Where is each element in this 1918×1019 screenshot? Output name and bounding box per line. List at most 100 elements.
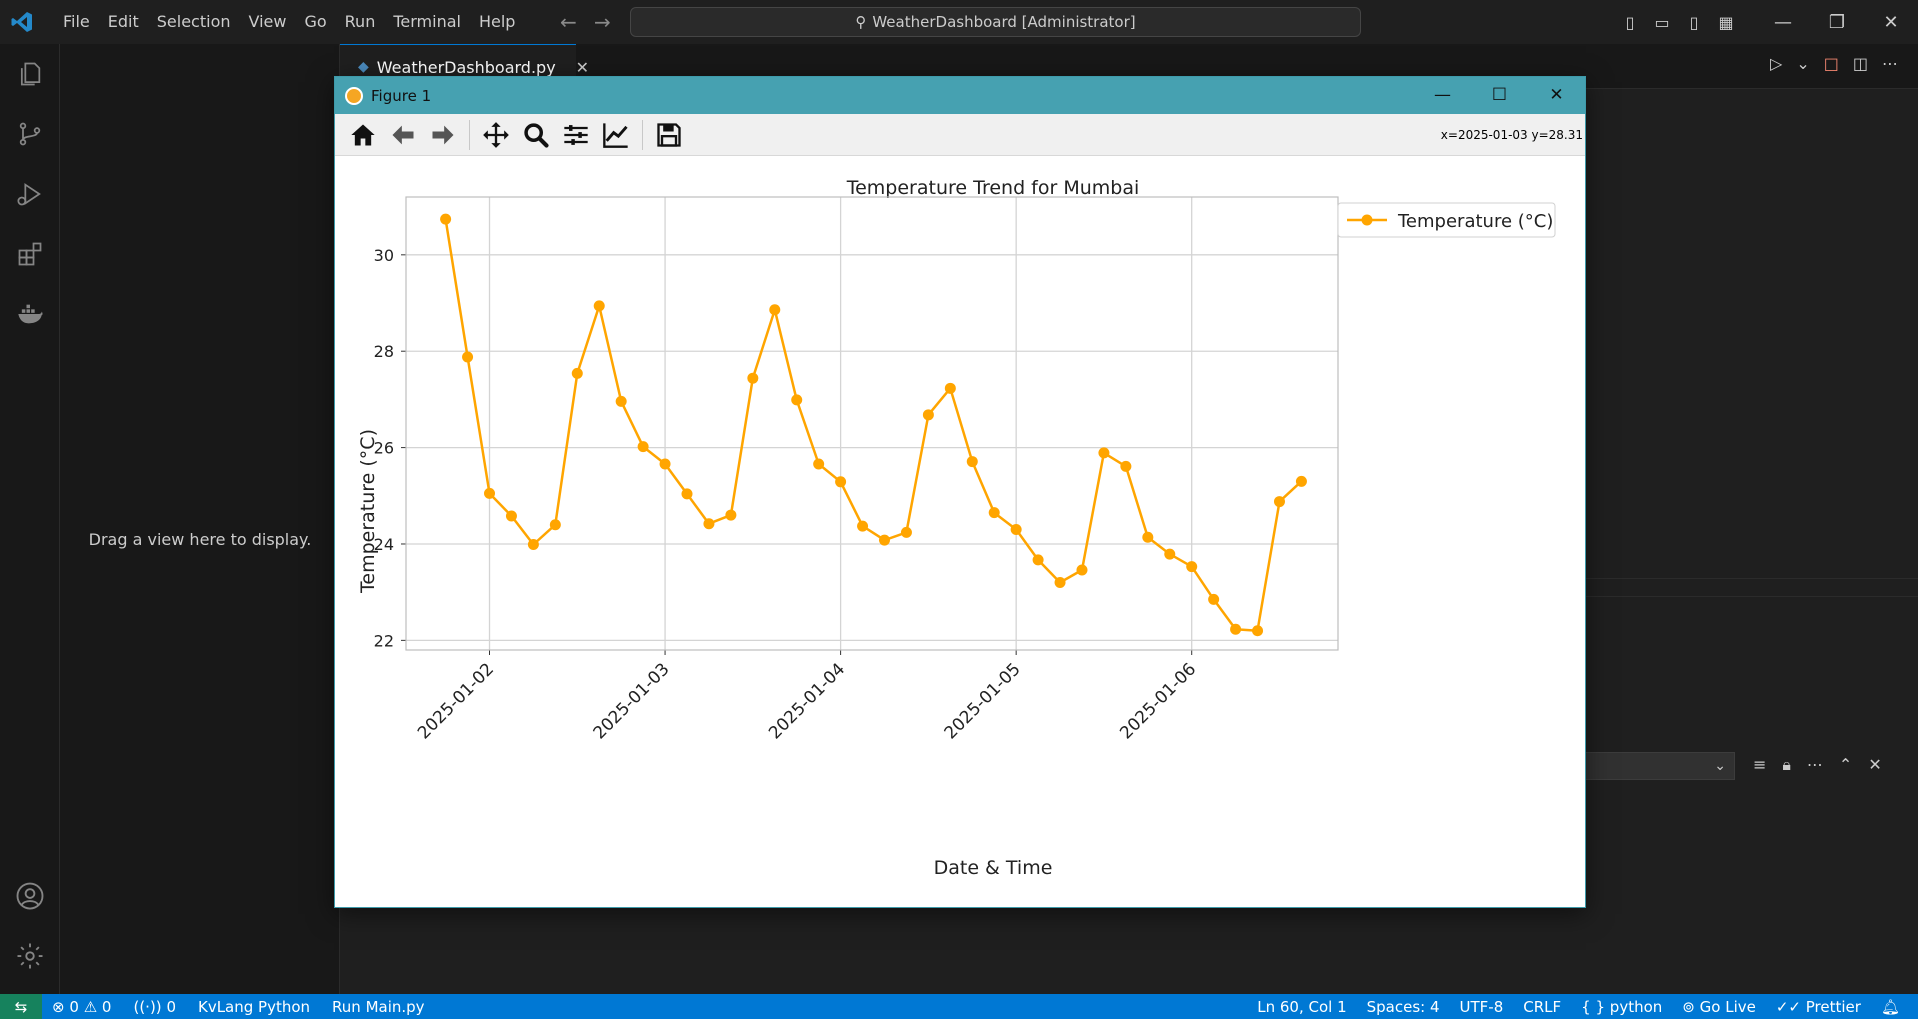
data-point (878, 534, 890, 546)
sidebar-empty-hint: Drag a view here to display. (88, 530, 312, 549)
toggle-panel-icon[interactable]: ▭ (1646, 13, 1678, 32)
prettier-button[interactable]: ✓✓ Prettier (1776, 998, 1861, 1016)
remote-indicator[interactable]: ⇆ (0, 994, 42, 1019)
account-icon[interactable] (12, 878, 48, 914)
data-point (703, 518, 715, 530)
extensions-icon[interactable] (12, 236, 48, 272)
close-icon[interactable]: ✕ (1864, 12, 1918, 33)
minimize-icon[interactable]: — (1414, 77, 1471, 114)
title-bar-controls: ▯ ▭ ▯ ▦ — ❐ ✕ (1614, 0, 1918, 44)
figure-title: Figure 1 (371, 87, 432, 105)
coordinate-readout: x=2025-01-03 y=28.31 (1440, 128, 1583, 142)
panel-actions: ≡ 🔒︎ ⋯ ⌃ ✕ (1753, 755, 1882, 775)
toggle-sidebar-icon[interactable]: ▯ (1614, 13, 1646, 32)
menu-terminal[interactable]: Terminal (384, 0, 470, 44)
lock-icon[interactable]: 🔒︎ (1782, 755, 1791, 775)
data-point (1252, 625, 1264, 637)
data-point (1120, 460, 1132, 472)
menu-view[interactable]: View (240, 0, 296, 44)
restore-icon[interactable]: ❐ (1810, 12, 1864, 33)
toggle-secondary-sidebar-icon[interactable]: ▯ (1678, 13, 1710, 32)
sidebar: Drag a view here to display. (60, 44, 340, 994)
more-actions-icon[interactable]: ⋯ (1882, 54, 1898, 73)
maximize-icon[interactable]: ☐ (1471, 77, 1528, 114)
kvlang-python-button[interactable]: KvLang Python (198, 998, 310, 1016)
home-icon[interactable] (347, 120, 379, 150)
editor-actions: ▷ ⌄ □ ◫ ⋯ (1770, 54, 1898, 73)
language-label: python (1609, 997, 1663, 1016)
data-point (659, 458, 671, 470)
indentation[interactable]: Spaces: 4 (1367, 998, 1440, 1016)
data-point (681, 488, 693, 500)
error-icon: ⊗ (52, 997, 65, 1016)
back-arrow-icon[interactable] (387, 120, 419, 150)
source-control-icon[interactable] (12, 116, 48, 152)
notifications-bell-icon[interactable]: 🔔︎ (1881, 998, 1900, 1016)
problems-indicator[interactable]: ⊗ 0 ⚠ 0 (52, 998, 111, 1016)
run-debug-icon[interactable] (12, 176, 48, 212)
x-tick-label: 2025-01-05 (941, 659, 1025, 743)
customize-layout-icon[interactable]: ▦ (1710, 13, 1742, 32)
data-point (637, 441, 649, 453)
run-dropdown-icon[interactable]: ⌄ (1796, 54, 1809, 73)
temperature-chart[interactable]: Temperature Trend for Mumbai 22242628302… (335, 156, 1585, 907)
back-arrow-icon[interactable]: ← (560, 10, 577, 34)
clear-terminal-icon[interactable]: ≡ (1753, 755, 1766, 775)
data-point (1273, 496, 1285, 508)
forward-arrow-icon[interactable]: → (594, 10, 611, 34)
docker-icon[interactable] (12, 296, 48, 332)
tab-close-icon[interactable]: ✕ (576, 58, 589, 77)
y-tick-label: 22 (374, 631, 394, 650)
zoom-icon[interactable] (520, 120, 552, 150)
data-point (1230, 623, 1242, 635)
x-tick-label: 2025-01-04 (765, 659, 849, 743)
configure-subplots-icon[interactable] (560, 120, 592, 150)
cursor-position[interactable]: Ln 60, Col 1 (1257, 998, 1346, 1016)
ports-indicator[interactable]: ((·)) 0 (133, 998, 176, 1016)
go-live-button[interactable]: ⊚ Go Live (1682, 998, 1756, 1016)
series-line (444, 219, 1303, 632)
terminal-select[interactable]: ⌄ (1585, 752, 1735, 780)
split-editor-icon[interactable]: ◫ (1853, 54, 1868, 73)
braces-icon: { } (1581, 997, 1606, 1016)
menu-file[interactable]: File (54, 0, 99, 44)
menu-help[interactable]: Help (470, 0, 524, 44)
command-center[interactable]: ⚲ WeatherDashboard [Administrator] (630, 7, 1361, 37)
figure-toolbar: x=2025-01-03 y=28.31 (335, 114, 1585, 156)
stop-icon[interactable]: □ (1824, 54, 1839, 73)
menu-go[interactable]: Go (295, 0, 335, 44)
run-icon[interactable]: ▷ (1770, 54, 1782, 73)
data-point (571, 367, 583, 379)
chart-grid (406, 197, 1338, 650)
encoding[interactable]: UTF-8 (1460, 998, 1504, 1016)
data-point (1032, 554, 1044, 566)
edit-axes-icon[interactable] (600, 120, 632, 150)
warning-count: 0 (101, 997, 112, 1016)
menu-edit[interactable]: Edit (99, 0, 148, 44)
figure-canvas[interactable]: Temperature Trend for Mumbai 22 24 26 28 30 2… (335, 156, 1585, 907)
status-right: Ln 60, Col 1 Spaces: 4 UTF-8 CRLF { } py… (1257, 994, 1900, 1019)
menu-run[interactable]: Run (336, 0, 385, 44)
more-icon[interactable]: ⋯ (1807, 755, 1823, 775)
minimize-icon[interactable]: — (1756, 12, 1810, 33)
python-file-icon: ◆ (358, 59, 369, 75)
settings-gear-icon[interactable] (12, 938, 48, 974)
go-live-label: Go Live (1699, 997, 1756, 1016)
data-point (462, 351, 474, 363)
line-endings[interactable]: CRLF (1523, 998, 1561, 1016)
menu-selection[interactable]: Selection (148, 0, 240, 44)
save-icon[interactable] (653, 120, 685, 150)
run-main-button[interactable]: Run Main.py (332, 998, 425, 1016)
prettier-label: Prettier (1805, 997, 1861, 1016)
close-icon[interactable]: ✕ (1528, 77, 1585, 114)
chart-series (440, 213, 1307, 637)
language-mode[interactable]: { } python (1581, 998, 1662, 1016)
explorer-icon[interactable] (12, 56, 48, 92)
data-point (1010, 524, 1022, 536)
data-point (1054, 577, 1066, 589)
x-axis-label: Date & Time (934, 857, 1053, 879)
maximize-panel-icon[interactable]: ⌃ (1839, 755, 1852, 775)
pan-move-icon[interactable] (480, 120, 512, 150)
close-panel-icon[interactable]: ✕ (1868, 755, 1881, 775)
forward-arrow-icon[interactable] (427, 120, 459, 150)
